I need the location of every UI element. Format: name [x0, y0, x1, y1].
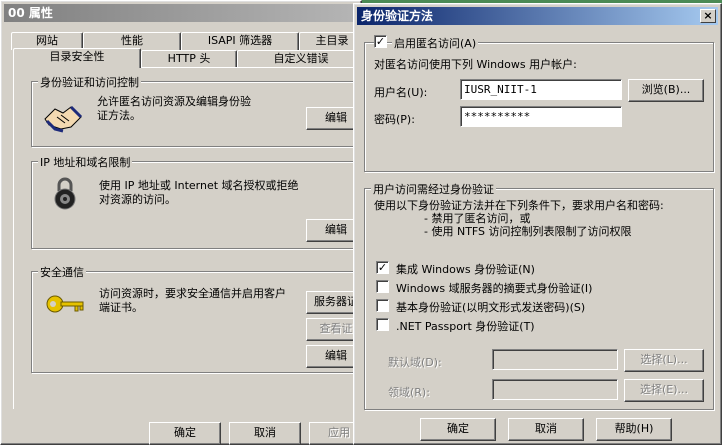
default-domain-label: 默认域(D): — [388, 356, 442, 369]
auth-ok-button[interactable]: 确定 — [420, 418, 496, 441]
password-label: 密码(P): — [374, 113, 415, 126]
select-realm-button[interactable]: 选择(E)... — [624, 379, 704, 402]
username-label: 用户名(U): — [374, 86, 428, 99]
auth-methods-dialog: 身份验证方法 × ✓ 启用匿名访问(A) 对匿名访问使用下列 Windows 用… — [353, 3, 722, 445]
auth-access-group-label: 身份验证和访问控制 — [38, 74, 141, 90]
props-cancel-button[interactable]: 取消 — [229, 422, 301, 445]
tab-custom-errors[interactable]: 自定义错误 — [237, 50, 365, 68]
key-icon — [45, 293, 85, 315]
auth-help-button[interactable]: 帮助(H) — [596, 418, 672, 441]
auth-cancel-button[interactable]: 取消 — [508, 418, 584, 441]
close-icon[interactable]: × — [700, 9, 716, 23]
anon-account-desc: 对匿名访问使用下列 Windows 用户帐户: — [374, 58, 577, 71]
handshake-icon — [43, 99, 83, 137]
properties-window: 00 属性 网站 性能 ISAPI 筛选器 主目录 目录安全性 HTTP 头 自… — [0, 0, 369, 445]
integrated-windows-auth-checkbox[interactable]: ✓ — [376, 261, 389, 274]
tab-directory-security[interactable]: 目录安全性 — [13, 48, 141, 68]
passport-auth-checkbox[interactable] — [376, 318, 389, 331]
auth-access-required-label: 用户访问需经过身份验证 — [371, 181, 496, 197]
secure-comm-group-label: 安全通信 — [38, 264, 86, 280]
password-input[interactable]: ********** — [460, 106, 622, 127]
digest-auth-label: Windows 域服务器的摘要式身份验证(I) — [396, 282, 593, 295]
select-domain-button[interactable]: 选择(L)... — [624, 349, 704, 372]
lock-icon — [53, 177, 77, 211]
username-input[interactable]: IUSR_NIIT-1 — [460, 79, 622, 100]
default-domain-input[interactable] — [492, 349, 618, 370]
properties-title-bar[interactable]: 00 属性 — [4, 4, 358, 22]
ip-domain-group-label: IP 地址和域名限制 — [38, 154, 133, 170]
auth-condition-2: - 使用 NTFS 访问控制列表限制了访问权限 — [424, 225, 632, 238]
anon-access-checkbox[interactable]: ✓ — [374, 35, 387, 48]
tab-isapi-filters[interactable]: ISAPI 筛选器 — [181, 32, 299, 50]
auth-dialog-title: 身份验证方法 — [361, 9, 434, 23]
integrated-windows-auth-label: 集成 Windows 身份验证(N) — [396, 263, 535, 276]
passport-auth-label: .NET Passport 身份验证(T) — [396, 320, 535, 333]
props-ok-button[interactable]: 确定 — [149, 422, 221, 445]
basic-auth-checkbox[interactable] — [376, 299, 389, 312]
realm-label: 领域(R): — [388, 386, 430, 399]
auth-access-desc: 允许匿名访问资源及编辑身份验证方法。 — [97, 95, 251, 122]
digest-auth-checkbox[interactable] — [376, 280, 389, 293]
ip-domain-desc: 使用 IP 地址或 Internet 域名授权或拒绝对资源的访问。 — [99, 179, 299, 206]
auth-dialog-title-bar[interactable]: 身份验证方法 — [357, 7, 718, 25]
browse-button[interactable]: 浏览(B)... — [628, 79, 704, 102]
secure-comm-desc: 访问资源时，要求安全通信并启用客户端证书。 — [99, 287, 286, 314]
properties-title: 00 属性 — [8, 6, 53, 20]
basic-auth-label: 基本身份验证(以明文形式发送密码)(S) — [396, 301, 586, 314]
realm-input[interactable] — [492, 379, 618, 400]
anon-access-label: 启用匿名访问(A) — [392, 35, 479, 51]
tab-http-headers[interactable]: HTTP 头 — [141, 50, 237, 68]
